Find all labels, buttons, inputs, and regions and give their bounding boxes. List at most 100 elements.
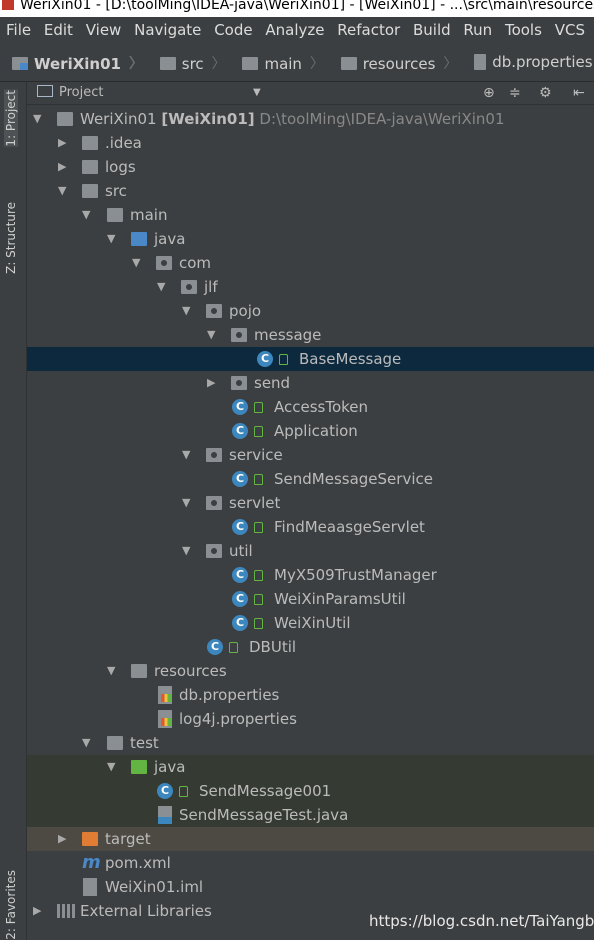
tree-row-iml[interactable]: WeiXin01.iml: [27, 875, 594, 899]
tree-row-sendmessage001[interactable]: C SendMessage001: [27, 779, 594, 803]
tab-project[interactable]: 1: Project: [4, 90, 18, 147]
tree-row-pojo[interactable]: ▼ pojo: [27, 299, 594, 323]
menu-vcs[interactable]: VCS: [549, 17, 585, 43]
tree-row-pom[interactable]: m pom.xml: [27, 851, 594, 875]
tree-row-basemessage[interactable]: C BaseMessage: [27, 347, 594, 371]
expanded-arrow-icon[interactable]: ▼: [182, 491, 194, 515]
menu-tools[interactable]: Tools: [499, 17, 542, 43]
expanded-arrow-icon[interactable]: ▼: [33, 107, 45, 131]
expanded-arrow-icon[interactable]: ▼: [107, 755, 119, 779]
tree-row-send[interactable]: ▶ send: [27, 371, 594, 395]
expanded-arrow-icon[interactable]: ▼: [107, 227, 119, 251]
lock-icon: [279, 354, 288, 365]
tree-label: db.properties: [179, 686, 280, 704]
tree-row-jlf[interactable]: ▼ jlf: [27, 275, 594, 299]
tree-row-util[interactable]: ▼ util: [27, 539, 594, 563]
runnable-class-icon: C: [207, 639, 223, 655]
tree-row-accesstoken[interactable]: C AccessToken: [27, 395, 594, 419]
tree-row-src[interactable]: ▼ src: [27, 179, 594, 203]
java-file-icon: [158, 806, 172, 824]
menu-navigate[interactable]: Navigate: [128, 17, 201, 43]
tree-row-weixinutil[interactable]: C WeiXinUtil: [27, 611, 594, 635]
tree-row-resources[interactable]: ▼ resources: [27, 659, 594, 683]
expanded-arrow-icon[interactable]: ▼: [182, 299, 194, 323]
collapsed-arrow-icon[interactable]: ▶: [58, 827, 70, 851]
tree-row-weixinparamsutil[interactable]: C WeiXinParamsUtil: [27, 587, 594, 611]
expanded-arrow-icon[interactable]: ▼: [82, 203, 94, 227]
expanded-arrow-icon[interactable]: ▼: [182, 539, 194, 563]
tree-row-application[interactable]: C Application: [27, 419, 594, 443]
expanded-arrow-icon[interactable]: ▼: [58, 179, 70, 203]
menu-view[interactable]: View: [80, 17, 122, 43]
tree-row-sendmessageservice[interactable]: C SendMessageService: [27, 467, 594, 491]
collapsed-arrow-icon[interactable]: ▶: [33, 899, 45, 923]
menu-refactor[interactable]: Refactor: [331, 17, 400, 43]
menu-build[interactable]: Build: [407, 17, 451, 43]
tab-favorites[interactable]: 2: Favorites: [4, 870, 18, 940]
breadcrumb-main[interactable]: main 〉: [242, 45, 324, 82]
breadcrumb-src[interactable]: src 〉: [159, 45, 226, 82]
project-view-selector[interactable]: Project: [37, 82, 103, 104]
tree-row-idea[interactable]: ▶ .idea: [27, 131, 594, 155]
expanded-arrow-icon[interactable]: ▼: [207, 323, 219, 347]
tree-row-java[interactable]: ▼ java: [27, 227, 594, 251]
root-name: WeriXin01: [80, 110, 157, 128]
lock-icon: [254, 426, 263, 437]
tree-row-dbutil[interactable]: C DBUtil: [27, 635, 594, 659]
collapse-all-icon[interactable]: ≑: [509, 82, 521, 104]
tree-label: util: [229, 542, 253, 560]
tree-row-main[interactable]: ▼ main: [27, 203, 594, 227]
menu-analyze[interactable]: Analyze: [259, 17, 324, 43]
hide-panel-icon[interactable]: ⇤: [573, 82, 585, 104]
tree-label: target: [105, 830, 151, 848]
expanded-arrow-icon[interactable]: ▼: [107, 659, 119, 683]
tree-label: com: [179, 254, 212, 272]
tree-row-logs[interactable]: ▶ logs: [27, 155, 594, 179]
breadcrumb-resources[interactable]: resources 〉: [340, 45, 457, 82]
menu-code[interactable]: Code: [208, 17, 252, 43]
lock-icon: [254, 618, 263, 629]
tree-row-test-java[interactable]: ▼ java: [27, 755, 594, 779]
tree-row-target[interactable]: ▶ target: [27, 827, 594, 851]
properties-file-icon: [158, 710, 172, 728]
breadcrumb-project-label: WeriXin01: [34, 54, 121, 73]
tree-row-log4j-properties[interactable]: log4j.properties: [27, 707, 594, 731]
tree-label: WeiXin01.iml: [105, 878, 204, 896]
menu-edit[interactable]: Edit: [38, 17, 73, 43]
tree-row-sendmessagetest[interactable]: SendMessageTest.java: [27, 803, 594, 827]
expanded-arrow-icon[interactable]: ▼: [182, 443, 194, 467]
breadcrumb-project[interactable]: WeriXin01 〉: [12, 45, 143, 82]
tree-row-findmeaasgeservlet[interactable]: C FindMeaasgeServlet: [27, 515, 594, 539]
collapsed-arrow-icon[interactable]: ▶: [207, 371, 219, 395]
tree-row-test[interactable]: ▼ test: [27, 731, 594, 755]
collapsed-arrow-icon[interactable]: ▶: [58, 131, 70, 155]
package-icon: [206, 448, 222, 462]
tree-row-db-properties[interactable]: db.properties: [27, 683, 594, 707]
tree-root-labels: WeriXin01 [WeiXin01] D:\toolMing\IDEA-ja…: [80, 107, 505, 131]
chevron-down-icon[interactable]: ▼: [253, 82, 261, 104]
window-title: WeriXin01 - [D:\toolMing\IDEA-java\WeriX…: [20, 0, 594, 13]
tree-row-servlet[interactable]: ▼ servlet: [27, 491, 594, 515]
properties-file-icon: [474, 54, 487, 70]
tree-row-root[interactable]: ▼ WeriXin01 [WeiXin01] D:\toolMing\IDEA-…: [27, 107, 594, 131]
tree-row-service[interactable]: ▼ service: [27, 443, 594, 467]
menu-run[interactable]: Run: [457, 17, 492, 43]
tree-row-com[interactable]: ▼ com: [27, 251, 594, 275]
breadcrumb-file[interactable]: db.properties〉: [474, 43, 594, 81]
collapsed-arrow-icon[interactable]: ▶: [58, 155, 70, 179]
tree-label: SendMessageService: [274, 470, 433, 488]
tree-row-myx509trustmanager[interactable]: C MyX509TrustManager: [27, 563, 594, 587]
properties-file-icon: [158, 686, 172, 704]
menu-file[interactable]: File: [0, 17, 31, 43]
gear-icon[interactable]: ⚙: [539, 82, 552, 104]
expanded-arrow-icon[interactable]: ▼: [132, 251, 144, 275]
locate-icon[interactable]: ⊕: [483, 82, 495, 104]
project-tree[interactable]: ▼ WeriXin01 [WeiXin01] D:\toolMing\IDEA-…: [27, 106, 594, 940]
tree-row-message[interactable]: ▼ message: [27, 323, 594, 347]
folder-icon: [107, 736, 123, 750]
tree-label: Application: [274, 422, 358, 440]
tree-label: DBUtil: [249, 638, 297, 656]
expanded-arrow-icon[interactable]: ▼: [157, 275, 169, 299]
expanded-arrow-icon[interactable]: ▼: [82, 731, 94, 755]
tab-structure[interactable]: Z: Structure: [4, 202, 18, 274]
